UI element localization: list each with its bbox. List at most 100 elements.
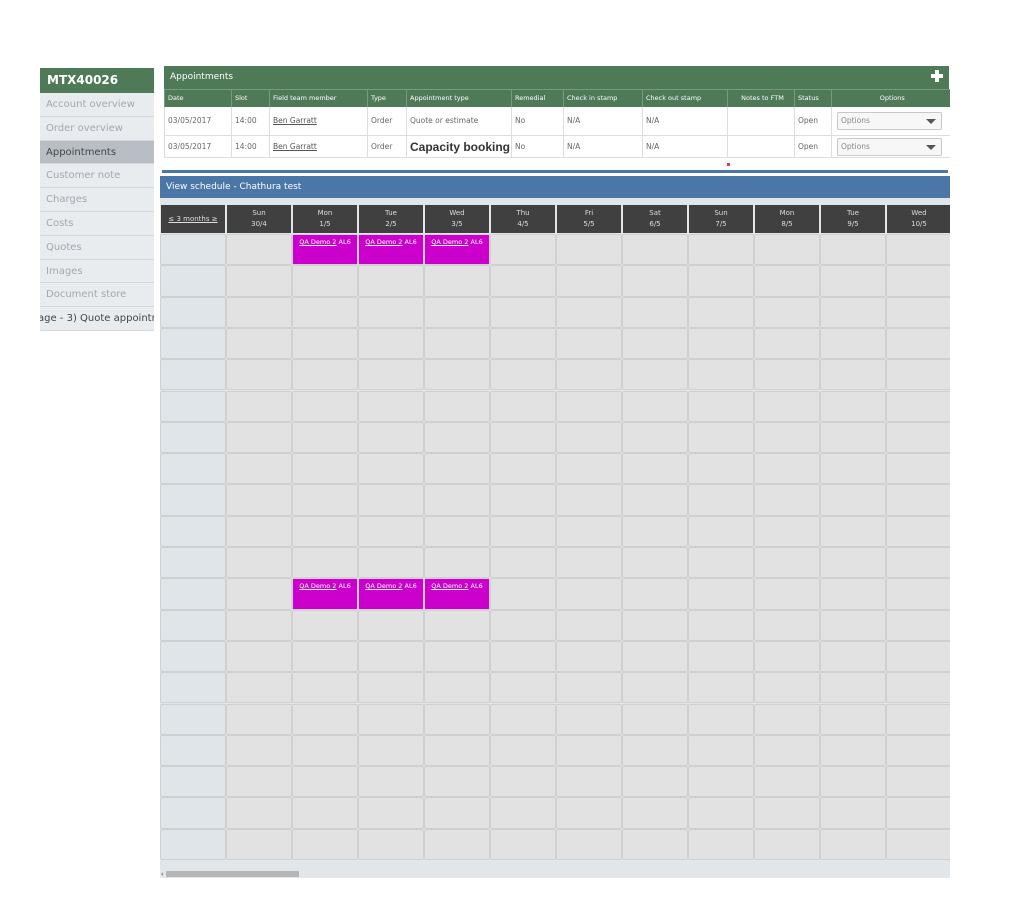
schedule-cell[interactable] [887,266,950,296]
schedule-cell[interactable] [491,297,555,327]
schedule-cell[interactable] [491,735,555,766]
schedule-cell[interactable] [623,673,687,703]
schedule-cell[interactable] [887,673,950,703]
schedule-cell[interactable] [425,297,489,327]
schedule-cell[interactable] [557,829,621,859]
schedule-cell[interactable] [293,422,357,453]
schedule-cell[interactable] [755,579,819,609]
schedule-cell[interactable] [359,767,423,797]
schedule-cell[interactable] [227,266,291,296]
schedule-cell[interactable] [425,829,489,859]
schedule-cell[interactable] [491,454,555,484]
schedule-cell[interactable] [293,454,357,484]
schedule-cell[interactable] [887,235,950,265]
schedule-cell[interactable] [887,548,950,578]
field-team-member-link[interactable]: Ben Garratt [273,116,317,125]
schedule-cell[interactable] [491,829,555,859]
schedule-cell[interactable] [623,548,687,578]
schedule-cell[interactable] [755,829,819,859]
schedule-cell[interactable] [821,829,885,859]
schedule-cell[interactable] [755,516,819,546]
schedule-cell[interactable] [359,829,423,859]
schedule-cell[interactable] [557,266,621,296]
schedule-cell[interactable] [557,735,621,766]
schedule-cell[interactable] [293,548,357,578]
schedule-cell[interactable] [425,673,489,703]
schedule-cell[interactable] [425,767,489,797]
schedule-cell[interactable] [227,767,291,797]
schedule-cell[interactable] [425,641,489,672]
schedule-cell[interactable] [821,297,885,327]
schedule-cell[interactable] [491,360,555,390]
schedule-cell[interactable] [359,297,423,327]
schedule-cell[interactable] [359,328,423,359]
schedule-cell[interactable] [623,235,687,265]
schedule-cell[interactable] [689,735,753,766]
schedule-cell[interactable] [689,485,753,515]
schedule-cell[interactable] [227,454,291,484]
schedule-cell[interactable] [689,422,753,453]
schedule-cell[interactable] [491,391,555,421]
schedule-cell[interactable] [623,798,687,828]
schedule-cell[interactable] [623,422,687,453]
schedule-cell[interactable] [821,735,885,766]
schedule-cell[interactable] [755,767,819,797]
schedule-cell[interactable] [821,704,885,734]
schedule-cell[interactable] [557,454,621,484]
schedule-cell[interactable] [755,391,819,421]
field-team-member-link[interactable]: Ben Garratt [273,142,317,151]
sidebar-item-customer-note[interactable]: Customer note [40,164,154,189]
schedule-cell[interactable] [557,516,621,546]
schedule-cell[interactable] [227,704,291,734]
schedule-cell[interactable] [557,673,621,703]
schedule-cell[interactable] [623,297,687,327]
schedule-cell[interactable] [689,610,753,640]
sidebar-item-document-store[interactable]: Document store [40,283,154,308]
schedule-cell[interactable] [293,485,357,515]
schedule-cell[interactable] [887,485,950,515]
schedule-cell[interactable] [689,516,753,546]
schedule-cell[interactable] [755,673,819,703]
schedule-cell[interactable] [887,829,950,859]
schedule-cell[interactable] [821,548,885,578]
schedule-cell[interactable] [887,454,950,484]
schedule-cell[interactable] [689,829,753,859]
schedule-event[interactable]: QA Demo 2 AL6 [425,235,489,265]
schedule-cell[interactable] [887,641,950,672]
schedule-cell[interactable] [227,422,291,453]
sidebar-item-quotes[interactable]: Quotes [40,235,154,260]
plus-icon[interactable] [931,70,943,82]
schedule-cell[interactable] [557,704,621,734]
schedule-event[interactable]: QA Demo 2 AL6 [425,579,489,609]
schedule-cell[interactable] [755,422,819,453]
schedule-cell[interactable] [623,328,687,359]
schedule-cell[interactable] [887,735,950,766]
schedule-cell[interactable] [491,641,555,672]
schedule-cell[interactable] [689,767,753,797]
three-months-nav[interactable]: ≤ 3 months ≥ [161,205,225,233]
schedule-cell[interactable] [887,704,950,734]
schedule-cell[interactable] [491,516,555,546]
event-link[interactable]: QA Demo 2 [431,238,468,246]
schedule-cell[interactable] [491,422,555,453]
schedule-cell[interactable] [491,579,555,609]
schedule-cell[interactable] [689,579,753,609]
schedule-cell[interactable] [755,735,819,766]
schedule-cell[interactable] [623,516,687,546]
schedule-cell[interactable] [755,266,819,296]
schedule-cell[interactable] [557,360,621,390]
schedule-cell[interactable] [425,704,489,734]
schedule-cell[interactable] [557,328,621,359]
schedule-cell[interactable] [293,610,357,640]
schedule-cell[interactable] [689,235,753,265]
schedule-cell[interactable] [425,798,489,828]
schedule-cell[interactable] [623,454,687,484]
schedule-cell[interactable] [755,328,819,359]
schedule-cell[interactable] [755,235,819,265]
three-months-nav-label[interactable]: ≤ 3 months ≥ [168,215,217,223]
schedule-cell[interactable] [623,829,687,859]
schedule-cell[interactable] [887,422,950,453]
schedule-cell[interactable] [359,673,423,703]
schedule-cell[interactable] [755,610,819,640]
schedule-cell[interactable] [755,360,819,390]
